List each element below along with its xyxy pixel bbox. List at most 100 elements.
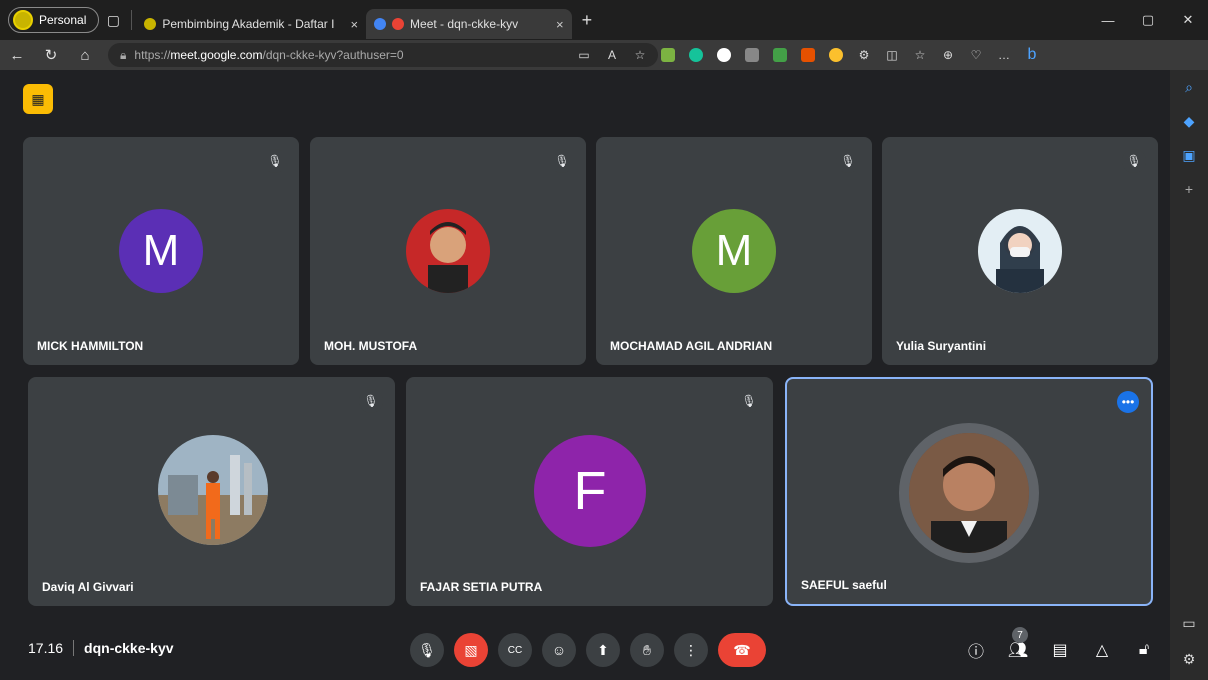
- hide-sidebar-icon[interactable]: ▭: [1170, 606, 1208, 640]
- meeting-info: 17.16 dqn-ckke-kyv: [28, 640, 174, 656]
- mic-muted-icon: 🎙︎: [359, 389, 383, 413]
- meeting-code: dqn-ckke-kyv: [84, 640, 174, 656]
- people-icon[interactable]: 👥︎ 7: [1002, 627, 1034, 667]
- avatar: [909, 433, 1029, 553]
- restore-icon[interactable]: ▢: [1128, 0, 1168, 40]
- collections-icon[interactable]: ⊕: [934, 40, 962, 70]
- new-tab-icon[interactable]: +: [582, 10, 593, 31]
- tab-close-icon[interactable]: ×: [556, 17, 564, 32]
- browser-tab-bar: Personal ▢ Pembimbing Akademik - Daftar …: [0, 0, 1208, 40]
- tab-close-icon[interactable]: ×: [350, 17, 358, 32]
- url-text: https://meet.google.com/dqn-ckke-kyv?aut…: [134, 48, 404, 62]
- ext-check-icon[interactable]: [766, 40, 794, 70]
- participant-count-badge: 7: [1012, 627, 1028, 643]
- mic-muted-icon: 🎙︎: [263, 149, 287, 173]
- minimize-icon[interactable]: —: [1088, 0, 1128, 40]
- participant-tile[interactable]: 🎙︎ M MOCHAMAD AGIL ANDRIAN: [596, 137, 872, 365]
- avatar: M: [692, 209, 776, 293]
- speaking-ring: [899, 423, 1039, 563]
- address-bar-row: ← ↻ ⌂ 🔒︎ https://meet.google.com/dqn-ckk…: [0, 40, 1208, 70]
- host-controls-icon[interactable]: 🔓︎: [1128, 633, 1160, 667]
- avatar: [978, 209, 1062, 293]
- participant-name: MOCHAMAD AGIL ANDRIAN: [610, 339, 773, 353]
- outlook-icon[interactable]: ▣: [1170, 138, 1208, 172]
- more-menu-icon[interactable]: …: [990, 40, 1018, 70]
- end-call-icon[interactable]: ☎︎: [718, 633, 766, 667]
- participant-tile[interactable]: 🎙︎ MOH. MUSTOFA: [310, 137, 586, 365]
- meeting-controls-bar: 17.16 dqn-ckke-kyv 🎙︎ ▧ CC ☺ ⬆ ✋︎ ⋮ ☎︎ ⓘ…: [8, 625, 1170, 680]
- chat-icon[interactable]: ▤: [1044, 633, 1076, 667]
- ext-tabs-icon[interactable]: [738, 40, 766, 70]
- person-photo-icon: [996, 226, 1044, 293]
- mic-muted-icon: 🎙︎: [836, 149, 860, 173]
- ext-sc-icon[interactable]: [794, 40, 822, 70]
- present-screen-icon[interactable]: ⬆: [586, 633, 620, 667]
- ext-smile-icon[interactable]: [822, 40, 850, 70]
- bing-copilot-icon[interactable]: b: [1018, 40, 1046, 70]
- back-icon[interactable]: ←: [0, 47, 34, 64]
- mic-muted-icon: 🎙︎: [737, 389, 761, 413]
- more-options-icon[interactable]: •••: [1117, 391, 1139, 413]
- divider: [73, 640, 75, 656]
- person-photo-icon: [158, 455, 268, 545]
- person-photo-icon: [428, 222, 468, 293]
- window-close-icon[interactable]: ✕: [1168, 0, 1208, 40]
- search-icon[interactable]: ⌕: [1170, 70, 1208, 104]
- meet-main: ▦ 🎙︎ M MICK HAMMILTON 🎙︎ MOH. MUSTOFA 🎙︎…: [8, 70, 1170, 680]
- avatar: [406, 209, 490, 293]
- download-ext-icon[interactable]: [654, 40, 682, 70]
- participant-name: FAJAR SETIA PUTRA: [420, 580, 543, 594]
- tab-pembimbing[interactable]: Pembimbing Akademik - Daftar I ×: [136, 9, 366, 39]
- add-sidebar-icon[interactable]: +: [1170, 172, 1208, 206]
- copilot-icon[interactable]: ◆: [1170, 104, 1208, 138]
- recording-badge-icon[interactable]: ▦: [23, 84, 53, 114]
- meeting-details-icon[interactable]: ⓘ: [960, 633, 992, 667]
- participant-tile[interactable]: 🎙︎ Yulia Suryantini: [882, 137, 1158, 365]
- tab-title: Pembimbing Akademik - Daftar I: [162, 17, 335, 31]
- microphone-icon[interactable]: 🎙︎: [410, 633, 444, 667]
- participant-name: SAEFUL saeful: [801, 578, 887, 592]
- meeting-time: 17.16: [28, 640, 64, 656]
- participant-tile[interactable]: 🎙︎ F FAJAR SETIA PUTRA: [406, 377, 773, 606]
- participant-name: Yulia Suryantini: [896, 339, 987, 353]
- participant-tile[interactable]: 🎙︎ M MICK HAMMILTON: [23, 137, 299, 365]
- profile-label: Personal: [39, 13, 87, 27]
- grammarly-ext-icon[interactable]: [682, 40, 710, 70]
- person-photo-icon: [909, 433, 1029, 553]
- captions-icon[interactable]: CC: [498, 633, 532, 667]
- emoji-reaction-icon[interactable]: ☺: [542, 633, 576, 667]
- call-controls: 🎙︎ ▧ CC ☺ ⬆ ✋︎ ⋮ ☎︎: [410, 633, 766, 667]
- refresh-icon[interactable]: ↻: [34, 46, 68, 64]
- avatar: M: [119, 209, 203, 293]
- favorite-star-icon[interactable]: ☆: [626, 40, 654, 70]
- activities-icon[interactable]: △: [1086, 633, 1118, 667]
- more-options-icon[interactable]: ⋮: [674, 633, 708, 667]
- favorites-icon[interactable]: ☆: [906, 40, 934, 70]
- ext-red-icon[interactable]: [710, 40, 738, 70]
- extensions-icon[interactable]: ⚙: [850, 40, 878, 70]
- home-icon[interactable]: ⌂: [68, 47, 102, 64]
- raise-hand-icon[interactable]: ✋︎: [630, 633, 664, 667]
- lock-icon: 🔒︎: [120, 47, 127, 62]
- participant-tile[interactable]: 🎙︎ Daviq Al Givvari: [28, 377, 395, 606]
- tab-separator: [131, 10, 133, 30]
- camera-icon[interactable]: ▭: [570, 40, 598, 70]
- tab-favicon-icon: [144, 18, 157, 30]
- window-controls: — ▢ ✕: [1088, 0, 1208, 40]
- browser-sidebar: ⌕ ◆ ▣ + ▭ ⚙: [1170, 70, 1208, 680]
- tab-meet[interactable]: Meet - dqn-ckke-kyv ×: [366, 9, 572, 39]
- sidebar-settings-icon[interactable]: ⚙: [1170, 642, 1208, 676]
- profile-avatar-icon: [13, 10, 33, 30]
- profile-button[interactable]: Personal: [8, 7, 100, 33]
- tab-title: Meet - dqn-ckke-kyv: [410, 17, 519, 31]
- camera-off-icon[interactable]: ▧: [454, 633, 488, 667]
- participant-name: Daviq Al Givvari: [42, 580, 134, 594]
- split-screen-icon[interactable]: ◫: [878, 40, 906, 70]
- read-aloud-icon[interactable]: A: [598, 40, 626, 70]
- performance-icon[interactable]: ♡: [962, 40, 990, 70]
- mic-muted-icon: 🎙︎: [1122, 149, 1146, 173]
- tab-actions-icon[interactable]: ▢: [99, 6, 127, 34]
- mic-muted-icon: 🎙︎: [550, 149, 574, 173]
- participant-tile-self[interactable]: ••• SAEFUL saeful: [785, 377, 1153, 606]
- avatar: [158, 435, 268, 545]
